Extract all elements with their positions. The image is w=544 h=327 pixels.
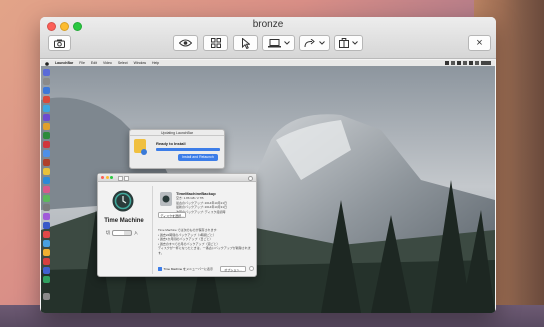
apple-icon[interactable] <box>45 61 49 66</box>
dock-app-icon[interactable] <box>42 249 50 256</box>
dock-app-icon[interactable] <box>42 150 50 157</box>
cursor-icon <box>241 37 250 49</box>
tm-toggle[interactable]: 切 入 <box>106 230 138 236</box>
install-relaunch-button[interactable]: Install and Relaunch <box>178 154 218 161</box>
dock-app-icon[interactable] <box>42 258 50 265</box>
briefcase-icon <box>339 38 349 48</box>
launchbar-update-dialog: Updating LaunchBar Ready to Install Inst… <box>129 129 225 169</box>
divider <box>152 186 153 274</box>
chevron-down-icon <box>283 41 290 45</box>
backup-disk-icon <box>160 192 172 206</box>
dock-app-icon[interactable] <box>42 276 50 283</box>
show-in-menubar-option[interactable]: Time Machine をメニューバーに表示 <box>158 267 213 271</box>
fullscreen-button[interactable] <box>203 35 228 51</box>
menubar-item[interactable]: LaunchBar <box>55 60 73 66</box>
remote-screen[interactable]: LaunchBar File Edit Video Select Window … <box>41 60 495 313</box>
tm-description: Time Machine では次のものが保存されます: • 過去24時間のバック… <box>158 228 256 255</box>
time-machine-icon <box>112 190 134 212</box>
chevron-down-icon <box>352 41 358 45</box>
dock-app-icon[interactable] <box>42 87 50 94</box>
dock-app-icon[interactable] <box>42 69 50 76</box>
disk-detail: 最新のバックアップ: 2014年10月31日 <box>176 205 228 209</box>
dock-app-icon[interactable] <box>42 141 50 148</box>
dock-app-icon[interactable] <box>42 159 50 166</box>
dock-app-icon[interactable] <box>42 222 50 229</box>
eye-icon <box>179 39 192 47</box>
dock-app-icon[interactable] <box>42 240 50 247</box>
menubar-item[interactable]: File <box>79 60 85 66</box>
dock <box>42 69 50 309</box>
update-status: Ready to Install <box>156 141 186 146</box>
zoom-window-button[interactable] <box>110 176 113 179</box>
dock-app-icon[interactable] <box>42 96 50 103</box>
help-button[interactable] <box>249 266 254 271</box>
menubar-item[interactable]: Help <box>152 60 159 66</box>
description-line: ディスクが一杯になったときは、一番古いバックアップが削除されます。 <box>158 246 251 255</box>
camera-icon <box>54 39 65 48</box>
laptop-icon <box>267 38 281 47</box>
back-button[interactable] <box>118 175 123 181</box>
menubar-item[interactable]: Edit <box>91 60 97 66</box>
pointer-button[interactable] <box>233 35 258 51</box>
window-title: bronze <box>252 19 284 30</box>
on-off-switch[interactable] <box>112 230 132 236</box>
chevron-down-icon <box>319 41 325 45</box>
dock-app-icon[interactable] <box>42 168 50 175</box>
plugins-dropdown[interactable] <box>334 35 363 51</box>
preview-button[interactable] <box>173 35 198 51</box>
dock-app-icon[interactable] <box>42 114 50 121</box>
menubar-item[interactable]: Window <box>134 60 146 66</box>
screenshot-button[interactable] <box>48 35 71 51</box>
select-disk-button[interactable]: ディスクを選択... <box>158 212 186 218</box>
display-dropdown[interactable] <box>262 35 295 51</box>
redo-arrow-icon <box>304 38 315 47</box>
minimize-window-button[interactable] <box>105 176 109 179</box>
forward-button[interactable] <box>124 175 129 181</box>
dialog-title: Updating LaunchBar <box>130 130 224 136</box>
window-titlebar: bronze × <box>40 17 496 59</box>
menubar-item[interactable]: Video <box>103 60 112 66</box>
launchbar-app-icon <box>134 139 147 155</box>
remote-menubar: LaunchBar File Edit Video Select Window … <box>41 60 495 66</box>
dock-app-icon[interactable] <box>42 78 50 85</box>
dock-app-icon[interactable] <box>42 132 50 139</box>
menubar-item[interactable]: Select <box>118 60 128 66</box>
dock-app-icon[interactable] <box>42 267 50 274</box>
dock-app-icon[interactable] <box>42 186 50 193</box>
dock-app-icon[interactable] <box>42 177 50 184</box>
prefs-toolbar <box>98 174 256 182</box>
app-window: bronze × LaunchBar File Edit Video Selec… <box>40 17 496 313</box>
dock-app-icon[interactable] <box>42 204 50 211</box>
close-button[interactable]: × <box>468 35 491 51</box>
status-icons <box>445 61 491 65</box>
close-window-button[interactable] <box>101 176 104 179</box>
time-machine-title: Time Machine <box>104 218 144 224</box>
dock-app-icon[interactable] <box>42 213 50 220</box>
dock-app-icon[interactable] <box>42 231 50 238</box>
options-button[interactable]: オプション... <box>220 265 246 272</box>
dock-app-icon[interactable] <box>42 105 50 112</box>
trash-icon[interactable] <box>42 293 50 300</box>
dock-app-icon[interactable] <box>42 123 50 130</box>
menubar-checkbox-label: Time Machine をメニューバーに表示 <box>163 267 214 271</box>
dock-app-icon[interactable] <box>42 195 50 202</box>
toggle-off-label: 切 <box>106 230 110 235</box>
time-machine-prefs: Time Machine 切 入 TimeMachineBackup 空き: 1… <box>97 173 257 277</box>
grid-icon <box>210 38 221 48</box>
search-icon[interactable] <box>248 175 253 181</box>
menubar-checkbox[interactable] <box>158 267 162 271</box>
update-progress-bar <box>156 148 220 151</box>
toggle-on-label: 入 <box>134 230 138 235</box>
action-dropdown[interactable] <box>299 35 330 51</box>
